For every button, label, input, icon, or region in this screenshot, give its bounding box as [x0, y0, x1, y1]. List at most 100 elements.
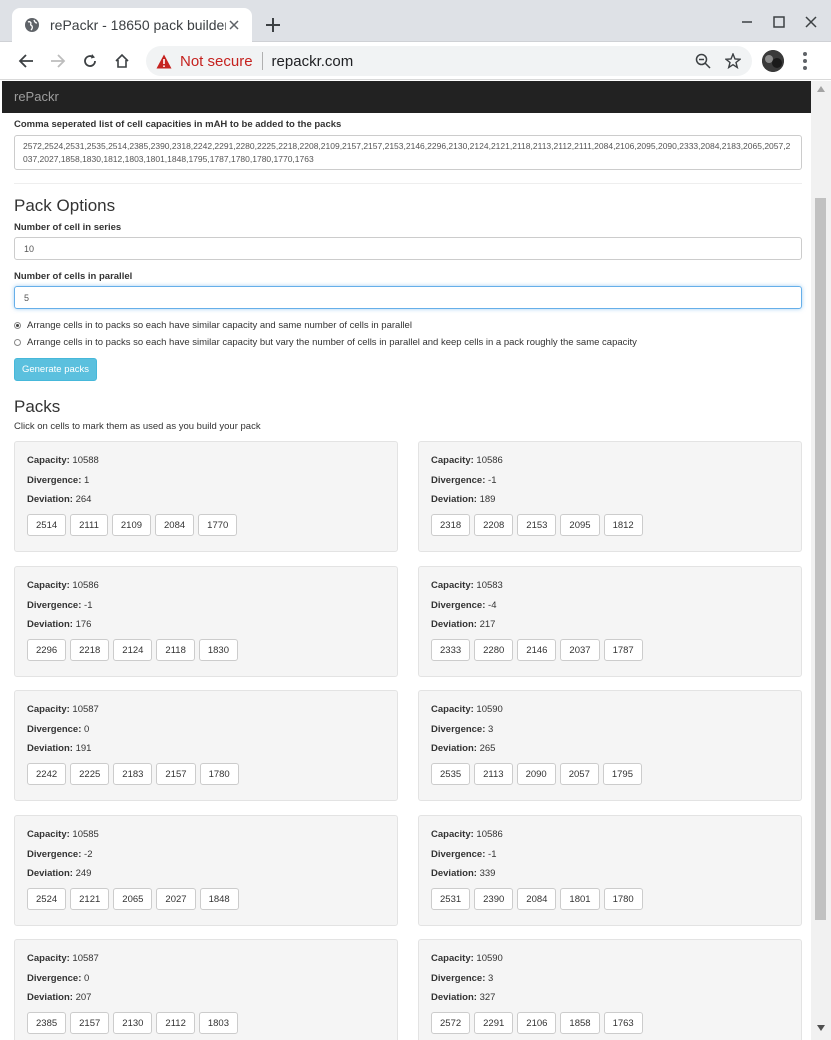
page-content: Comma seperated list of cell capacities … — [2, 113, 811, 1040]
pack-deviation-value: 265 — [479, 743, 496, 754]
series-input[interactable]: 10 — [14, 237, 802, 260]
site-brand[interactable]: rePackr — [14, 89, 59, 104]
cell-button[interactable]: 2296 — [27, 639, 67, 661]
close-window-icon[interactable] — [800, 11, 822, 33]
cell-button[interactable]: 2095 — [560, 514, 600, 536]
generate-packs-button[interactable]: Generate packs — [14, 358, 97, 381]
pack-card: Capacity: 10590 Divergence: 3 Deviation: 3… — [418, 939, 802, 1040]
cell-button[interactable]: 2208 — [474, 514, 514, 536]
profile-avatar[interactable] — [762, 50, 784, 72]
cell-button[interactable]: 2113 — [474, 763, 513, 785]
cell-button[interactable]: 2065 — [113, 888, 153, 910]
cell-button[interactable]: 2084 — [517, 888, 557, 910]
cell-button[interactable]: 2057 — [559, 763, 599, 785]
cell-button[interactable]: 2157 — [70, 1012, 110, 1034]
cell-button[interactable]: 2280 — [474, 639, 514, 661]
pack-cells: 2242 2225 2183 2157 1780 — [27, 763, 243, 785]
cell-button[interactable]: 1858 — [560, 1012, 600, 1034]
zoom-out-icon[interactable] — [692, 50, 714, 72]
cell-button[interactable]: 2390 — [474, 888, 514, 910]
browser-tab[interactable]: rePackr - 18650 pack builder — [12, 8, 252, 42]
minimize-icon[interactable] — [736, 11, 758, 33]
capacities-textarea[interactable]: 2572,2524,2531,2535,2514,2385,2390,2318,… — [14, 135, 802, 170]
cell-button[interactable]: 2153 — [517, 514, 557, 536]
cell-button[interactable]: 1803 — [198, 1012, 238, 1034]
pack-divergence-label: Divergence: — [431, 600, 486, 611]
cell-button[interactable]: 1795 — [602, 763, 642, 785]
cell-button[interactable]: 2318 — [431, 514, 471, 536]
cell-button[interactable]: 2385 — [27, 1012, 67, 1034]
cell-button[interactable]: 2291 — [474, 1012, 514, 1034]
pack-card: Capacity: 10588 Divergence: 1 Deviation: 2… — [14, 441, 398, 552]
cell-button[interactable]: 2124 — [113, 639, 153, 661]
cell-button[interactable]: 1812 — [603, 514, 643, 536]
cell-button[interactable]: 2183 — [113, 763, 153, 785]
scroll-up-icon[interactable] — [816, 85, 826, 93]
pack-deviation-label: Deviation: — [27, 743, 73, 754]
reload-icon[interactable] — [78, 49, 102, 73]
url-text[interactable]: repackr.com — [272, 53, 354, 70]
cell-button[interactable]: 2121 — [70, 888, 110, 910]
cell-button[interactable]: 2146 — [517, 639, 557, 661]
radio-button[interactable] — [14, 322, 21, 329]
cell-button[interactable]: 2118 — [156, 639, 195, 661]
pack-deviation-line: Deviation: 249 — [27, 868, 91, 879]
cell-button[interactable]: 2535 — [431, 763, 471, 785]
cell-button[interactable]: 2225 — [70, 763, 110, 785]
forward-icon[interactable] — [46, 49, 70, 73]
cell-button[interactable]: 2112 — [156, 1012, 195, 1034]
radio-same-parallel[interactable]: Arrange cells in to packs so each have s… — [14, 320, 412, 331]
cell-button[interactable]: 2531 — [431, 888, 471, 910]
pack-cells: 2524 2121 2065 2027 1848 — [27, 888, 243, 910]
bookmark-star-icon[interactable] — [722, 50, 744, 72]
browser-menu-icon[interactable] — [796, 50, 814, 72]
cell-button[interactable]: 1780 — [199, 763, 239, 785]
cell-button[interactable]: 2111 — [70, 514, 108, 536]
pack-divergence-value: 3 — [488, 724, 494, 735]
pack-deviation-label: Deviation: — [431, 494, 477, 505]
pack-divergence-label: Divergence: — [431, 724, 486, 735]
pack-deviation-line: Deviation: 327 — [431, 992, 495, 1003]
cell-button[interactable]: 1801 — [560, 888, 600, 910]
close-tab-icon[interactable] — [226, 17, 242, 33]
parallel-input[interactable]: 5 — [14, 286, 802, 309]
home-icon[interactable] — [110, 49, 134, 73]
page-scrollbar[interactable] — [811, 81, 831, 1040]
scroll-down-icon[interactable] — [816, 1024, 826, 1032]
radio-vary-parallel[interactable]: Arrange cells in to packs so each have s… — [14, 337, 637, 348]
radio-button[interactable] — [14, 339, 21, 346]
cell-button[interactable]: 2218 — [70, 639, 110, 661]
pack-capacity-label: Capacity: — [27, 580, 70, 591]
cell-button[interactable]: 1830 — [198, 639, 238, 661]
cell-button[interactable]: 2106 — [517, 1012, 557, 1034]
scrollbar-thumb[interactable] — [815, 198, 826, 920]
pack-divergence-line: Divergence: -1 — [431, 849, 496, 860]
cell-button[interactable]: 2157 — [156, 763, 196, 785]
cell-button[interactable]: 2242 — [27, 763, 67, 785]
divider — [14, 183, 802, 184]
cell-button[interactable]: 1787 — [603, 639, 643, 661]
cell-button[interactable]: 2090 — [516, 763, 556, 785]
pack-capacity-line: Capacity: 10586 — [431, 829, 503, 840]
cell-button[interactable]: 2572 — [431, 1012, 471, 1034]
cell-button[interactable]: 1780 — [603, 888, 643, 910]
cell-button[interactable]: 1763 — [603, 1012, 643, 1034]
warning-icon[interactable] — [156, 54, 172, 69]
pack-divergence-line: Divergence: -2 — [27, 849, 92, 860]
cell-button[interactable]: 2524 — [27, 888, 67, 910]
back-icon[interactable] — [14, 49, 38, 73]
new-tab-icon[interactable] — [262, 14, 284, 36]
cell-button[interactable]: 2514 — [27, 514, 67, 536]
address-bar[interactable]: Not secure repackr.com — [146, 46, 752, 76]
pack-capacity-value: 10588 — [72, 455, 99, 466]
maximize-icon[interactable] — [768, 11, 790, 33]
cell-button[interactable]: 1848 — [199, 888, 239, 910]
cell-button[interactable]: 1770 — [198, 514, 238, 536]
cell-button[interactable]: 2027 — [156, 888, 196, 910]
cell-button[interactable]: 2084 — [155, 514, 195, 536]
security-indicator[interactable]: Not secure — [180, 53, 253, 70]
cell-button[interactable]: 2130 — [113, 1012, 153, 1034]
cell-button[interactable]: 2333 — [431, 639, 471, 661]
cell-button[interactable]: 2109 — [111, 514, 152, 536]
cell-button[interactable]: 2037 — [560, 639, 600, 661]
